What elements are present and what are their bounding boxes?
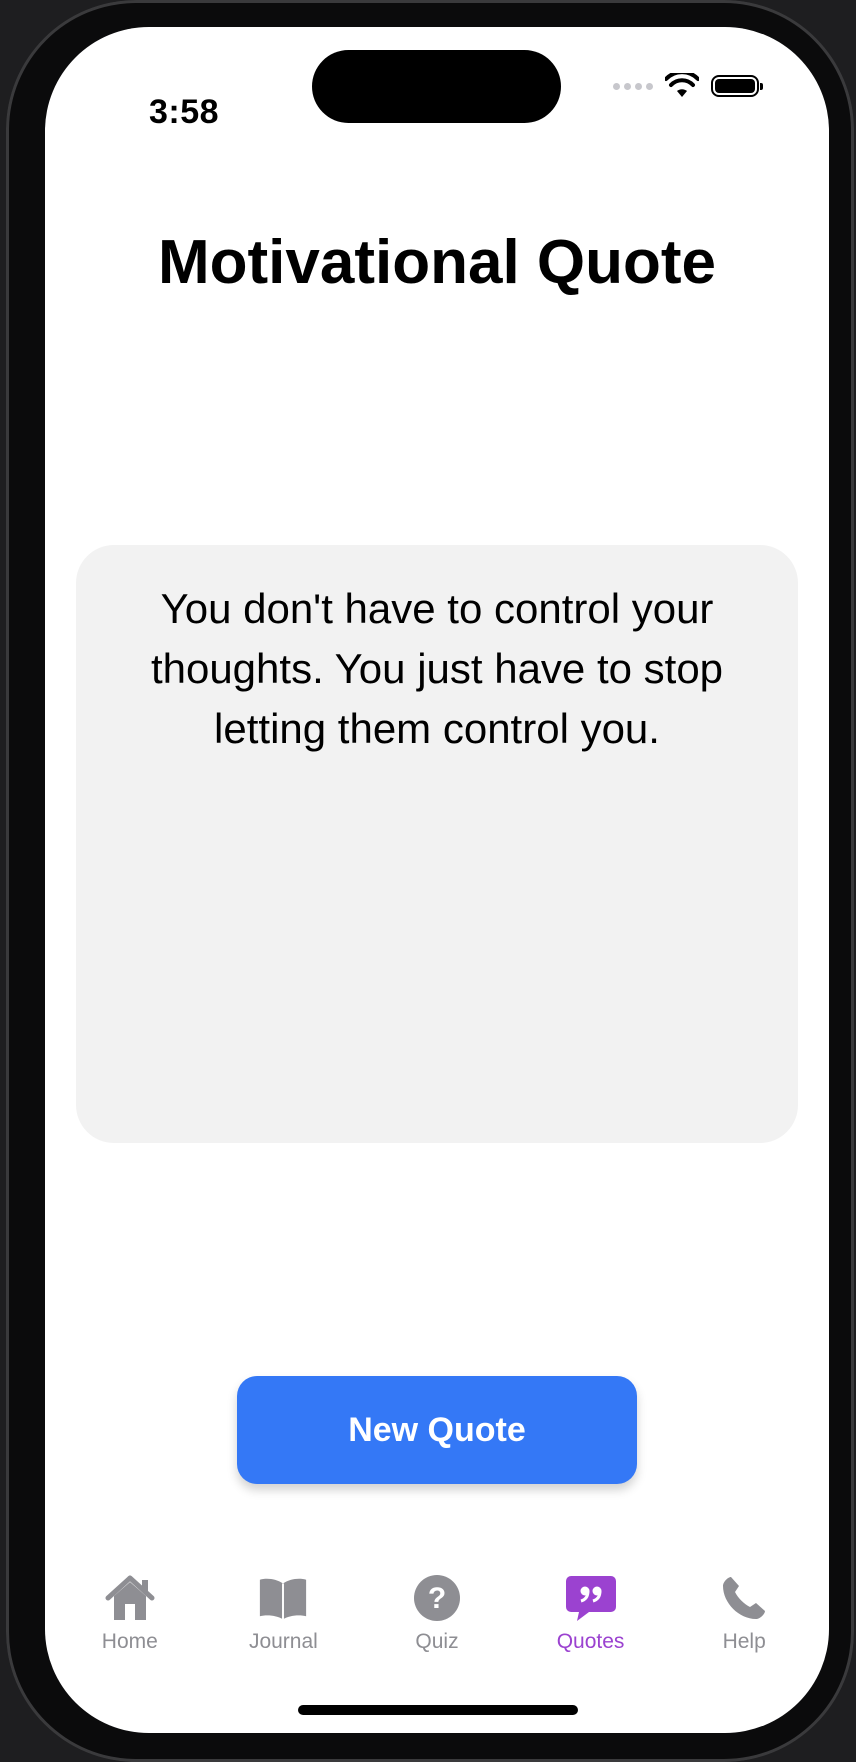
quote-card: You don't have to control your thoughts.… — [76, 545, 798, 1143]
house-icon — [104, 1572, 156, 1624]
tab-help[interactable]: Help — [667, 1572, 821, 1672]
page-title: Motivational Quote — [158, 228, 716, 297]
battery-icon — [711, 75, 763, 97]
tab-journal[interactable]: Journal — [207, 1572, 361, 1672]
tab-label: Home — [101, 1630, 158, 1653]
tab-quiz[interactable]: ? Quiz — [360, 1572, 514, 1672]
status-icons — [613, 73, 763, 99]
tab-label: Quiz — [415, 1630, 459, 1653]
quote-bubble-icon — [565, 1572, 617, 1624]
new-quote-button[interactable]: New Quote — [237, 1376, 637, 1484]
tab-label: Quotes — [556, 1630, 625, 1653]
svg-text:?: ? — [428, 1582, 446, 1615]
dynamic-island — [312, 50, 561, 123]
home-indicator[interactable] — [298, 1705, 578, 1715]
phone-frame: 3:58 Motivational Quote You don't have t… — [6, 0, 854, 1762]
book-icon — [257, 1572, 309, 1624]
tab-home[interactable]: Home — [53, 1572, 207, 1672]
phone-icon — [718, 1572, 770, 1624]
wifi-icon — [665, 73, 699, 97]
tab-label: Journal — [248, 1630, 318, 1653]
app-screen: 3:58 Motivational Quote You don't have t… — [45, 27, 829, 1733]
tab-bar: Home Journal ? Quiz Quotes Help — [45, 1572, 829, 1672]
quote-text: You don't have to control your thoughts.… — [150, 585, 724, 752]
tab-quotes[interactable]: Quotes — [514, 1572, 668, 1672]
question-circle-icon: ? — [411, 1572, 463, 1624]
status-time: 3:58 — [149, 93, 220, 131]
cellular-signal-icon — [613, 82, 653, 90]
tab-label: Help — [722, 1630, 766, 1653]
